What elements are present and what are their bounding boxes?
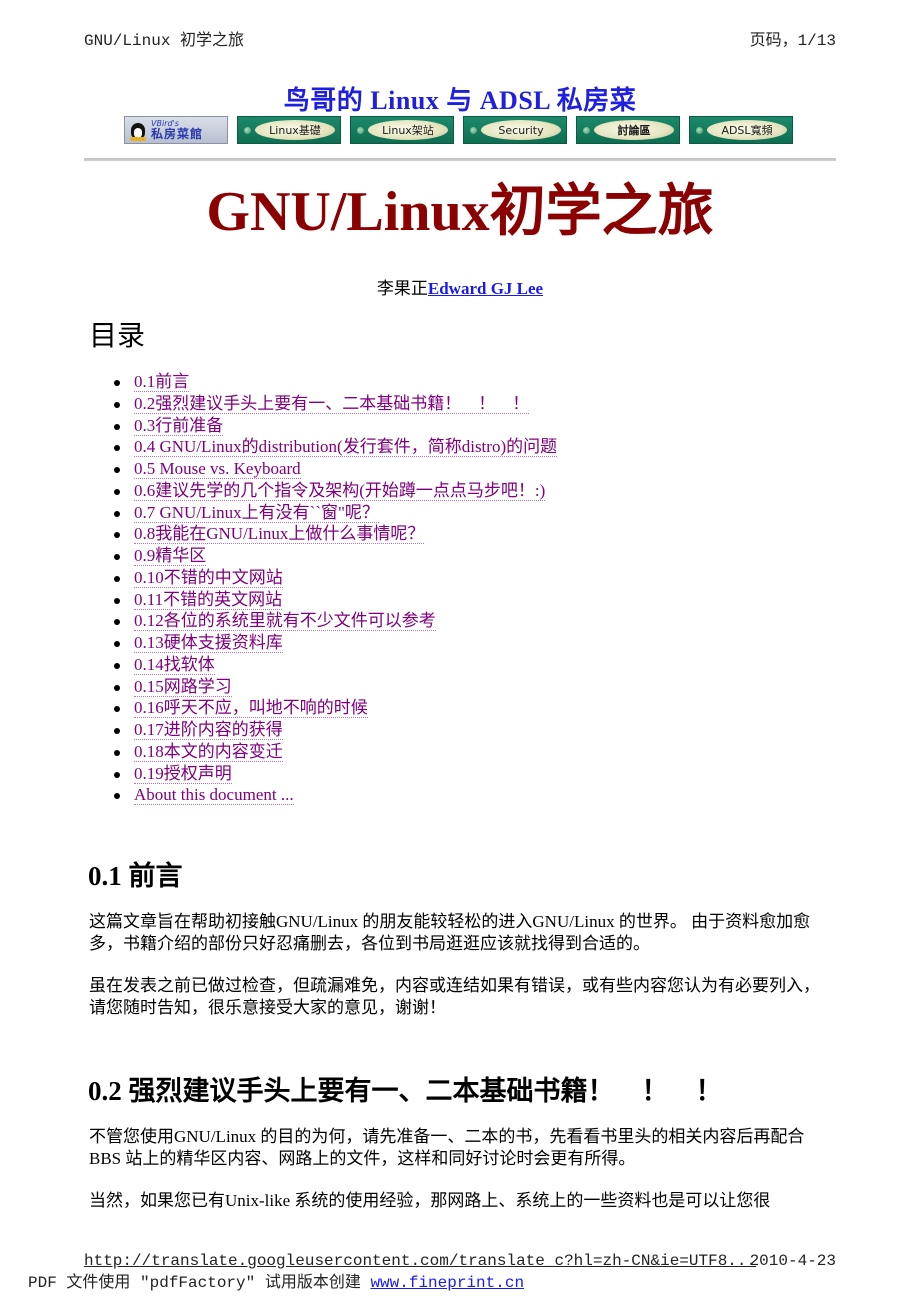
- toc-link[interactable]: 0.9精华区: [134, 546, 207, 566]
- toc-item: 0.8我能在GNU/Linux上做什么事情呢？: [110, 523, 557, 545]
- toc-item: 0.9精华区: [110, 545, 557, 567]
- toc-item: 0.10不错的中文网站: [110, 567, 557, 589]
- led-icon: [470, 126, 477, 134]
- toc-item: 0.14找软体: [110, 654, 557, 676]
- nav-bar: VBird's 私房菜館 Linux基礎 Linux架站 Security 討論…: [124, 116, 793, 146]
- toc-item: 0.15网路学习: [110, 676, 557, 698]
- toc-link[interactable]: 0.10不错的中文网站: [134, 567, 283, 588]
- toc-item: 0.2强烈建议手头上要有一、二本基础书籍！ ！ ！: [110, 393, 557, 415]
- toc-item: 0.7 GNU/Linux上有没有``窗"呢？: [110, 502, 557, 524]
- toc-item: 0.5 Mouse vs. Keyboard: [110, 458, 557, 480]
- section-heading-preface: 0.1 前言: [88, 861, 183, 891]
- nav-button-adsl[interactable]: ADSL寬頻: [689, 116, 793, 144]
- author-name-cn: 李果正: [376, 279, 428, 298]
- led-icon: [244, 126, 251, 134]
- toc-item: 0.1前言: [110, 371, 557, 393]
- tux-penguin-icon: [129, 119, 147, 141]
- toc-link[interactable]: 0.6建议先学的几个指令及架构(开始蹲一点点马步吧！:): [134, 480, 546, 501]
- nav-button-label: ADSL寬頻: [707, 120, 787, 140]
- toc-link[interactable]: About this document ...: [134, 785, 294, 806]
- paragraph: 虽在发表之前已做过检查，但疏漏难免，内容或连结如果有错误，或有些内容您认为有必要…: [89, 976, 820, 1017]
- toc-item: 0.18本文的内容变迁: [110, 741, 557, 763]
- toc-item: 0.19授权声明: [110, 763, 557, 785]
- toc-item: 0.13硬体支援资料库: [110, 632, 557, 654]
- toc-item: 0.6建议先学的几个指令及架构(开始蹲一点点马步吧！:): [110, 480, 557, 502]
- toc-link[interactable]: 0.11不错的英文网站: [134, 589, 283, 610]
- toc-link[interactable]: 0.13硬体支援资料库: [134, 633, 283, 653]
- fineprint-link[interactable]: www.fineprint.cn: [370, 1274, 524, 1292]
- nav-button-linux-basics[interactable]: Linux基礎: [237, 116, 341, 144]
- running-header-title: GNU/Linux 初学之旅: [84, 32, 245, 50]
- section-heading-books: 0.2 强烈建议手头上要有一、二本基础书籍！ ！ ！: [88, 1076, 723, 1106]
- paragraph: 当然，如果您已有Unix-like 系统的使用经验，那网路上、系统上的一些资料也…: [89, 1191, 771, 1210]
- toc-item: 0.3行前准备: [110, 415, 557, 437]
- page-number: 页码，1/13: [749, 32, 836, 50]
- toc-link[interactable]: 0.12各位的系统里就有不少文件可以参考: [134, 611, 436, 632]
- toc-item: 0.12各位的系统里就有不少文件可以参考: [110, 610, 557, 632]
- toc-link[interactable]: 0.7 GNU/Linux上有没有``窗"呢？: [134, 502, 379, 523]
- table-of-contents: 0.1前言 0.2强烈建议手头上要有一、二本基础书籍！ ！ ！ 0.3行前准备 …: [110, 371, 558, 806]
- print-date: 2010-4-23: [749, 1252, 836, 1270]
- site-banner: 鸟哥的 Linux 与 ADSL 私房菜: [283, 86, 637, 115]
- toc-link[interactable]: 0.16呼天不应，叫地不响的时候: [134, 698, 368, 719]
- author-line: 李果正Edward GJ Lee: [0, 274, 920, 299]
- toc-item: 0.17进阶内容的获得: [110, 719, 557, 741]
- nav-button-label: Security: [481, 120, 561, 140]
- paragraph: 不管您使用GNU/Linux 的目的为何，请先准备一、二本的书，先看看书里头的相…: [89, 1127, 805, 1168]
- toc-link[interactable]: 0.1前言: [134, 372, 190, 392]
- pdf-creator-text: PDF 文件使用 "pdfFactory" 试用版本创建: [28, 1274, 371, 1292]
- toc-link[interactable]: 0.18本文的内容变迁: [134, 741, 283, 762]
- running-header: GNU/Linux 初学之旅 页码，1/13: [84, 26, 836, 50]
- toc-link[interactable]: 0.3行前准备: [134, 415, 224, 436]
- toc-link[interactable]: 0.17进阶内容的获得: [134, 720, 283, 740]
- toc-link[interactable]: 0.15网路学习: [134, 676, 232, 697]
- nav-button-label: 討論區: [594, 120, 674, 140]
- nav-button-label: Linux基礎: [255, 120, 335, 140]
- nav-button-label: Linux架站: [368, 120, 448, 140]
- toc-link[interactable]: 0.19授权声明: [134, 763, 232, 784]
- toc-link[interactable]: 0.4 GNU/Linux的distribution(发行套件，简称distro…: [134, 437, 558, 458]
- led-icon: [583, 126, 590, 134]
- toc-link[interactable]: 0.2强烈建议手头上要有一、二本基础书籍！ ！ ！: [134, 393, 530, 414]
- toc-heading: 目录: [89, 319, 146, 352]
- led-icon: [357, 126, 364, 134]
- author-link[interactable]: Edward GJ Lee: [428, 279, 543, 298]
- toc-link[interactable]: 0.14找软体: [134, 654, 215, 675]
- toc-item: About this document ...: [110, 784, 557, 806]
- toc-item: 0.16呼天不应，叫地不响的时候: [110, 697, 557, 719]
- nav-button-linux-server[interactable]: Linux架站: [350, 116, 454, 144]
- document-title: GNU/Linux初学之旅: [206, 181, 714, 243]
- vbird-logo-button[interactable]: VBird's 私房菜館: [124, 116, 228, 144]
- led-icon: [696, 126, 703, 134]
- nav-button-security[interactable]: Security: [463, 116, 567, 144]
- toc-item: 0.4 GNU/Linux的distribution(发行套件，简称distro…: [110, 436, 558, 458]
- logo-bottom-text: 私房菜館: [151, 127, 204, 141]
- paragraph: 这篇文章旨在帮助初接触GNU/Linux 的朋友能较轻松的进入GNU/Linux…: [89, 912, 811, 953]
- toc-item: 0.11不错的英文网站: [110, 589, 557, 611]
- pdf-creator-footer: PDF 文件使用 "pdfFactory" 试用版本创建 www.finepri…: [28, 1268, 524, 1292]
- horizontal-rule: [84, 158, 836, 161]
- toc-link[interactable]: 0.8我能在GNU/Linux上做什么事情呢？: [134, 524, 425, 545]
- nav-button-forum[interactable]: 討論區: [576, 116, 680, 144]
- toc-link[interactable]: 0.5 Mouse vs. Keyboard: [134, 459, 301, 479]
